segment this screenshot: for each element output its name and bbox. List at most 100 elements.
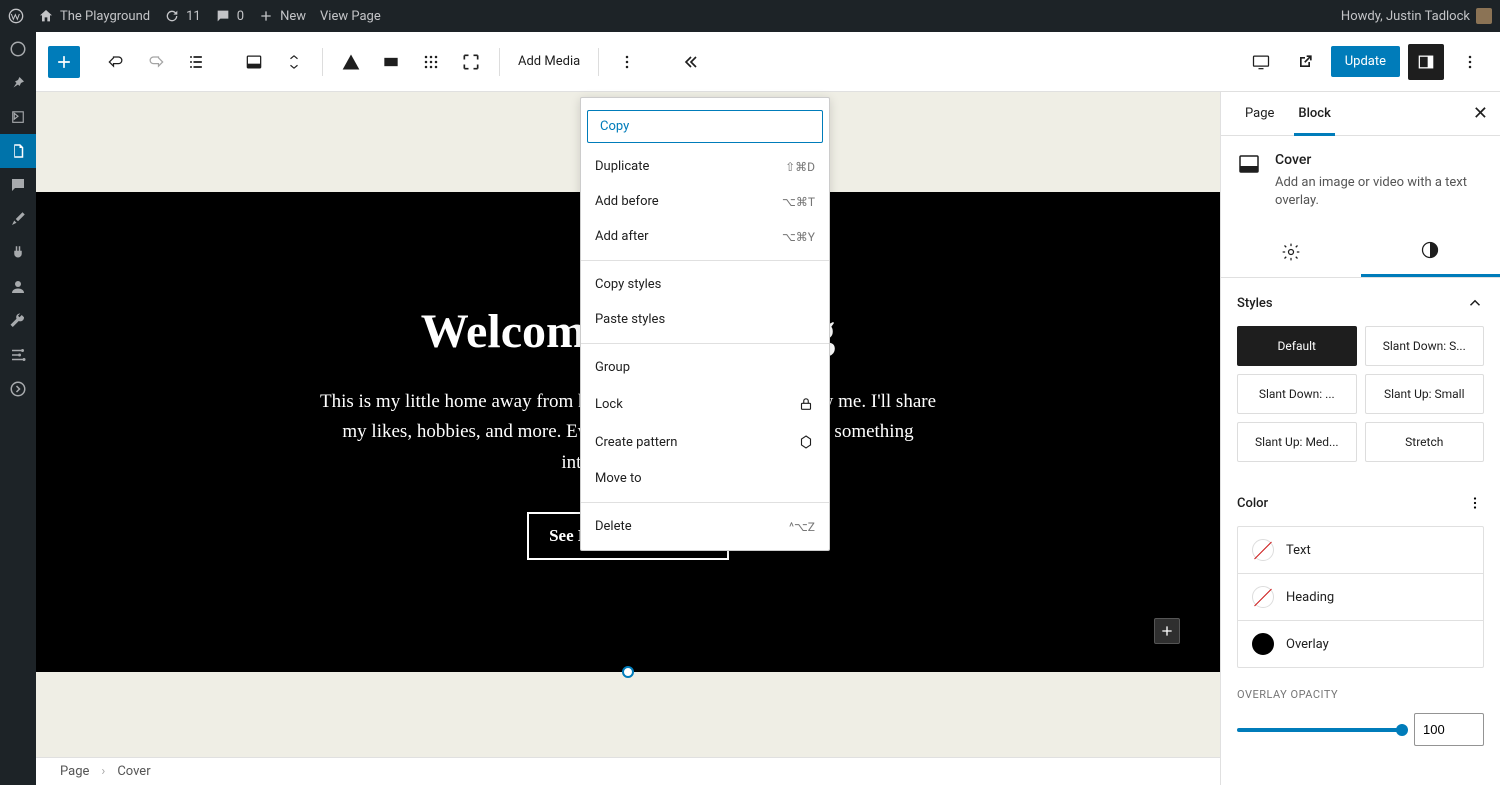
double-chevron-left-icon: [681, 52, 701, 72]
more-toolbar-button[interactable]: [609, 44, 645, 80]
opacity-input[interactable]: [1414, 713, 1484, 746]
subtab-settings[interactable]: [1221, 226, 1361, 277]
menu-move-to[interactable]: Move to: [581, 461, 829, 496]
opacity-slider[interactable]: [1237, 728, 1402, 732]
menu-add-after[interactable]: Add after⌥⌘Y: [581, 219, 829, 254]
site-name: The Playground: [60, 9, 150, 24]
move-block[interactable]: [276, 44, 312, 80]
sidebar-appearance[interactable]: [0, 202, 36, 236]
menu-paste-styles[interactable]: Paste styles: [581, 302, 829, 337]
subtab-styles[interactable]: [1361, 226, 1500, 277]
comment-icon: [9, 176, 27, 194]
add-block-button[interactable]: [48, 46, 80, 78]
settings-sidebar: Page Block ✕ Cover Add an image or video…: [1220, 92, 1500, 785]
contrast-button[interactable]: [333, 44, 369, 80]
sidebar-settings[interactable]: [0, 338, 36, 372]
style-stretch[interactable]: Stretch: [1365, 422, 1485, 462]
block-options-menu: Copy Duplicate⇧⌘D Add before⌥⌘T Add afte…: [580, 97, 830, 551]
list-view-button[interactable]: [178, 44, 214, 80]
menu-group[interactable]: Group: [581, 350, 829, 385]
position-button[interactable]: [413, 44, 449, 80]
styles-panel-toggle[interactable]: Styles: [1237, 294, 1484, 312]
menu-copy-styles[interactable]: Copy styles: [581, 267, 829, 302]
sliders-icon: [9, 346, 27, 364]
sidebar-tools[interactable]: [0, 304, 36, 338]
menu-add-before[interactable]: Add before⌥⌘T: [581, 184, 829, 219]
preview-devices-button[interactable]: [1243, 44, 1279, 80]
chevron-up-icon: [1466, 294, 1484, 312]
sidebar-dashboard[interactable]: [0, 32, 36, 66]
plus-icon: [258, 8, 274, 24]
more-vertical-icon[interactable]: [1466, 494, 1484, 512]
site-home-link[interactable]: The Playground: [38, 8, 150, 24]
more-vertical-icon: [617, 52, 637, 72]
updates-count: 11: [186, 9, 201, 24]
more-vertical-icon: [1460, 52, 1480, 72]
updates-link[interactable]: 11: [164, 8, 201, 24]
warning-icon: [341, 52, 361, 72]
view-page-link[interactable]: View Page: [320, 9, 381, 24]
avatar: [1476, 8, 1492, 24]
style-slant-down[interactable]: Slant Down: ...: [1237, 374, 1357, 414]
settings-toggle-button[interactable]: [1408, 44, 1444, 80]
sidebar-plugins[interactable]: [0, 236, 36, 270]
chevron-up-icon: [287, 52, 301, 62]
pin-icon: [9, 74, 27, 92]
block-title: Cover: [1275, 152, 1484, 168]
sidebar-users[interactable]: [0, 270, 36, 304]
close-sidebar-button[interactable]: ✕: [1473, 103, 1488, 124]
cover-resize-handle[interactable]: [622, 666, 634, 678]
block-card: Cover Add an image or video with a text …: [1221, 136, 1500, 226]
comments-link[interactable]: 0: [215, 8, 244, 24]
breadcrumb-page[interactable]: Page: [60, 764, 89, 779]
align-button[interactable]: [373, 44, 409, 80]
update-button[interactable]: Update: [1331, 46, 1400, 77]
color-text-row[interactable]: Text: [1238, 527, 1483, 574]
swatch-black: [1252, 633, 1274, 655]
tab-block[interactable]: Block: [1286, 92, 1342, 135]
wp-logo[interactable]: [8, 8, 24, 24]
menu-duplicate[interactable]: Duplicate⇧⌘D: [581, 149, 829, 184]
block-description: Add an image or video with a text overla…: [1275, 174, 1484, 210]
media-icon: [9, 108, 27, 126]
admin-bar: The Playground 11 0 New View Page Howdy,…: [0, 0, 1500, 32]
comment-icon: [215, 8, 231, 24]
sidebar-collapse[interactable]: [0, 372, 36, 406]
style-slant-up-med[interactable]: Slant Up: Med...: [1237, 422, 1357, 462]
add-media-button[interactable]: Add Media: [510, 54, 588, 69]
color-overlay-row[interactable]: Overlay: [1238, 621, 1483, 667]
opacity-slider-thumb[interactable]: [1396, 724, 1408, 736]
undo-button[interactable]: [98, 44, 134, 80]
plug-icon: [9, 244, 27, 262]
color-heading-row[interactable]: Heading: [1238, 574, 1483, 621]
editor-toolbar: Add Media Update: [36, 32, 1500, 92]
color-panel-header: Color: [1237, 494, 1484, 512]
redo-button[interactable]: [138, 44, 174, 80]
sidebar-media[interactable]: [0, 100, 36, 134]
tab-page[interactable]: Page: [1233, 92, 1286, 135]
style-default[interactable]: Default: [1237, 326, 1357, 366]
style-slant-up-small[interactable]: Slant Up: Small: [1365, 374, 1485, 414]
new-link[interactable]: New: [258, 8, 306, 24]
pin-toolbar-button[interactable]: [673, 44, 709, 80]
inner-add-block-button[interactable]: [1154, 618, 1180, 644]
user-greeting[interactable]: Howdy, Justin Tadlock: [1341, 8, 1492, 24]
sidebar-posts[interactable]: [0, 66, 36, 100]
fullheight-button[interactable]: [453, 44, 489, 80]
fullwidth-icon: [381, 52, 401, 72]
undo-icon: [106, 52, 126, 72]
menu-copy[interactable]: Copy: [587, 110, 823, 143]
wrench-icon: [9, 312, 27, 330]
menu-delete[interactable]: Delete^⌥Z: [581, 509, 829, 544]
sidebar-comments[interactable]: [0, 168, 36, 202]
view-page-button[interactable]: [1287, 44, 1323, 80]
sidebar-pages[interactable]: [0, 134, 36, 168]
list-icon: [186, 52, 206, 72]
block-type-button[interactable]: [236, 44, 272, 80]
style-slant-down-s[interactable]: Slant Down: S...: [1365, 326, 1485, 366]
menu-lock[interactable]: Lock: [581, 385, 829, 423]
menu-create-pattern[interactable]: Create pattern: [581, 423, 829, 461]
breadcrumb-cover[interactable]: Cover: [117, 764, 150, 779]
chevron-right-icon: ›: [101, 764, 105, 779]
options-button[interactable]: [1452, 44, 1488, 80]
